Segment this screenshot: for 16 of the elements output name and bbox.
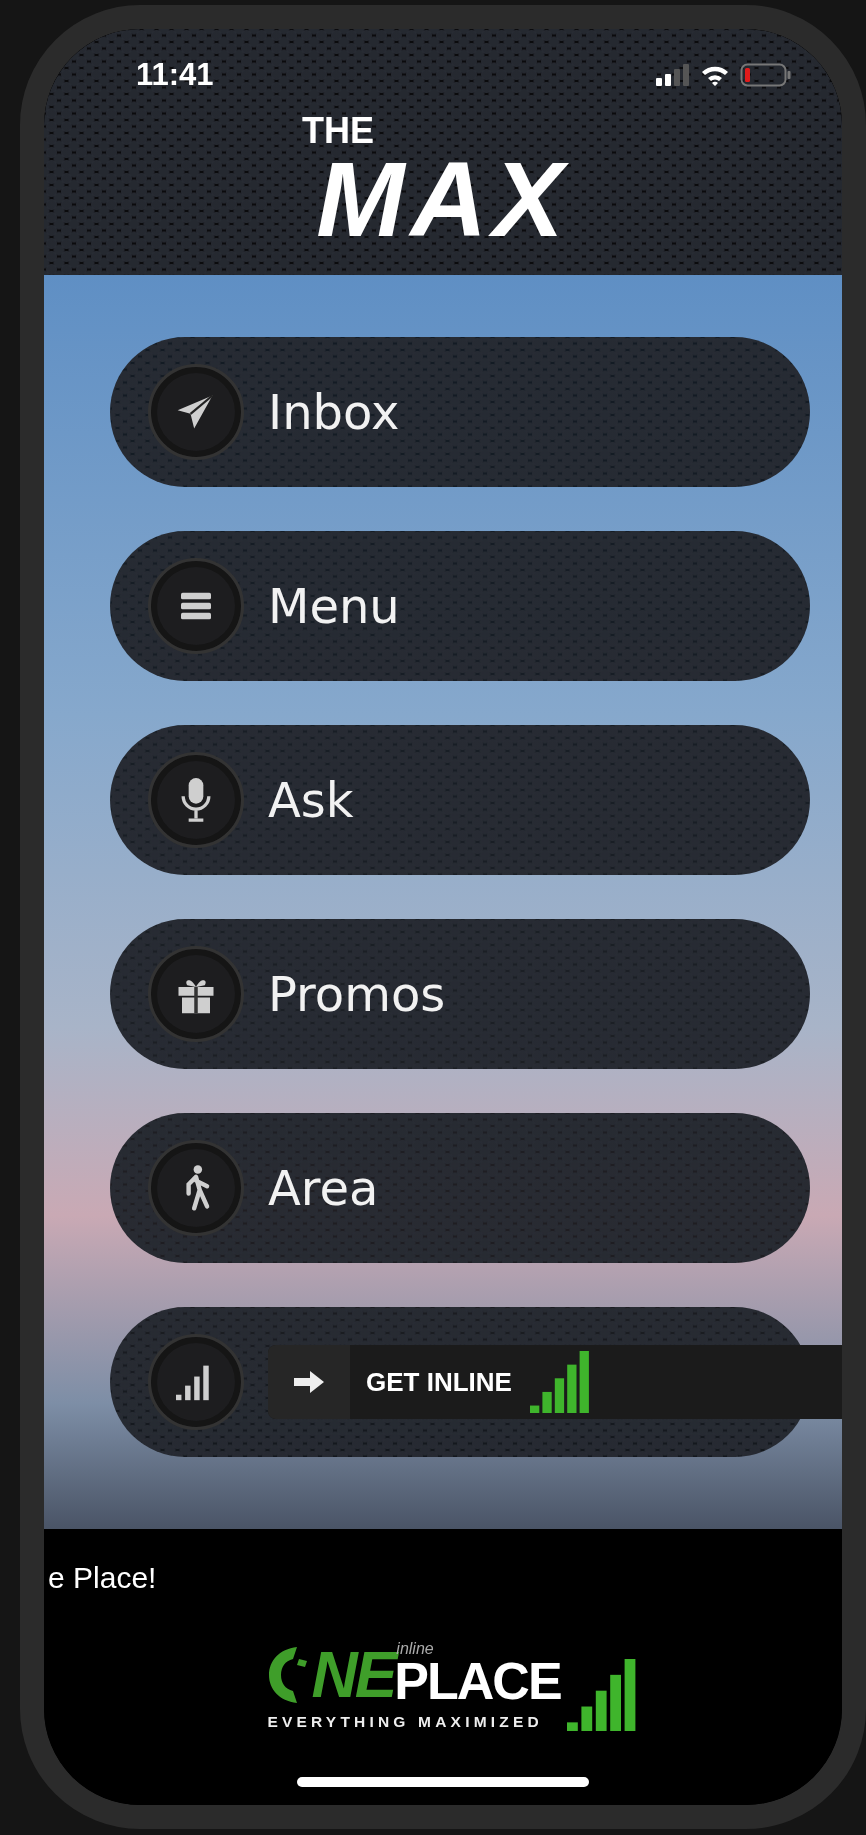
signal-bars-logo-icon: [529, 1351, 592, 1413]
status-time: 11:41: [136, 57, 214, 93]
arrow-right-icon: [292, 1369, 326, 1395]
menu-item[interactable]: Ask: [110, 725, 810, 875]
logo-word: MAX: [316, 149, 570, 250]
logo-small-word: THE: [302, 113, 374, 149]
menu-item[interactable]: Area: [110, 1113, 810, 1263]
ticker-text: e Place!: [47, 1560, 158, 1595]
wifi-icon: [700, 64, 730, 86]
menu-item[interactable]: Inbox: [110, 337, 810, 487]
get-inline-button[interactable]: GET INLINE: [268, 1345, 842, 1419]
menu-item[interactable]: Menu: [110, 531, 810, 681]
cellular-signal-icon: [656, 64, 690, 86]
logo-tagline: EVERYTHING MAXIMIZED: [267, 1713, 544, 1731]
menu-item[interactable]: Promos: [110, 919, 810, 1069]
battery-low-icon: [740, 63, 792, 87]
